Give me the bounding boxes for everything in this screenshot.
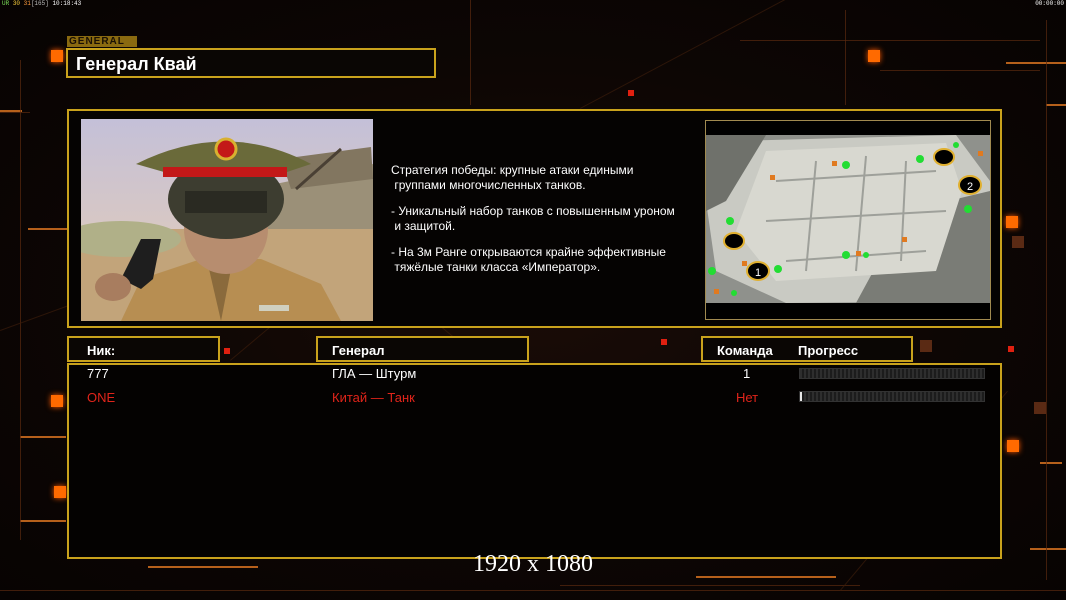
- player-progress-fill: [800, 392, 802, 401]
- player-progress-bar: [799, 368, 985, 379]
- status-left: UR 30 31[165] 10:18:43: [2, 0, 81, 8]
- description-paragraph: - На 3м Ранге открываются крайне эффекти…: [391, 245, 666, 274]
- general-tag: GENERAL: [67, 36, 137, 47]
- map-marker-2: 2: [967, 181, 973, 193]
- header-nick: Ник:: [87, 343, 116, 358]
- general-description: Стратегия победы: крупные атаки едиными …: [391, 163, 701, 286]
- header-progress: Прогресс: [798, 343, 859, 358]
- player-nick: ONE: [87, 390, 116, 405]
- status-31: 31: [23, 0, 31, 7]
- player-team[interactable]: Нет: [736, 390, 758, 405]
- status-ur: UR: [2, 0, 10, 7]
- portrait-image: [81, 137, 373, 321]
- description-paragraph: - Уникальный набор танков с повышенным у…: [391, 204, 675, 233]
- player-general[interactable]: Китай — Танк: [332, 390, 415, 405]
- player-general[interactable]: ГЛА — Штурм: [332, 366, 416, 381]
- header-team: Команда: [717, 343, 773, 358]
- description-paragraph: Стратегия победы: крупные атаки едиными …: [391, 163, 634, 192]
- status-bar: UR 30 31[165] 10:18:43 00:00:00: [0, 0, 1066, 8]
- player-progress-bar: [799, 391, 985, 402]
- general-title-box: Генерал Квай: [66, 48, 436, 78]
- game-lobby-screen: UR 30 31[165] 10:18:43 00:00:00 GENERAL …: [0, 0, 1066, 600]
- header-general: Генерал: [332, 343, 385, 358]
- player-team[interactable]: 1: [743, 366, 750, 381]
- map-preview: 1 2: [705, 120, 991, 320]
- status-clock: 10:18:43: [52, 0, 82, 7]
- status-30: 30: [12, 0, 21, 7]
- resolution-label: 1920 x 1080: [473, 551, 593, 577]
- map-image: 1 2: [706, 121, 990, 319]
- header-team-progress-box: Команда Прогресс: [701, 336, 913, 362]
- general-info-panel: Стратегия победы: крупные атаки едиными …: [67, 109, 1002, 328]
- status-timer: 00:00:00: [1035, 0, 1064, 7]
- header-general-box: Генерал: [316, 336, 529, 362]
- header-nick-box: Ник:: [67, 336, 220, 362]
- map-marker-1: 1: [755, 267, 761, 279]
- status-165: [165]: [30, 0, 49, 7]
- player-nick: 777: [87, 366, 109, 381]
- general-name: Генерал Квай: [76, 54, 197, 74]
- general-portrait: [81, 119, 373, 321]
